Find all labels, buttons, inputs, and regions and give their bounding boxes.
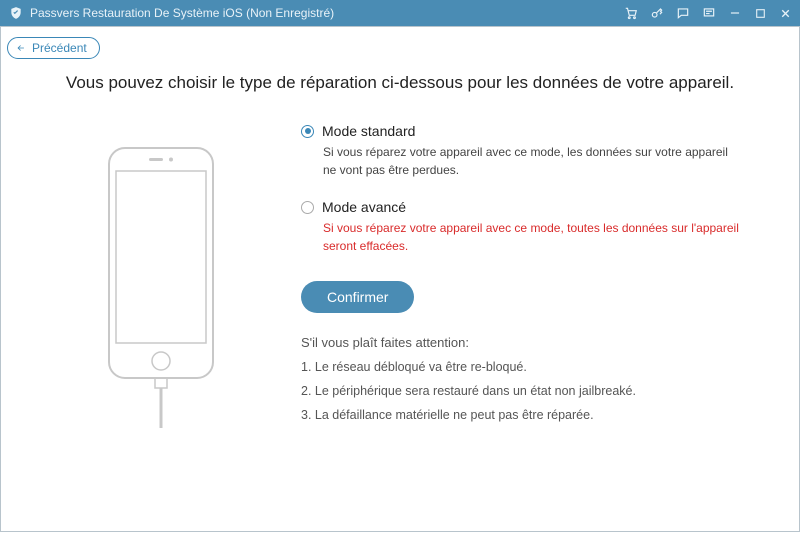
page-heading: Vous pouvez choisir le type de réparatio… (1, 27, 799, 93)
option-standard: Mode standard Si vous réparez votre appa… (301, 123, 749, 179)
back-label: Précédent (32, 41, 87, 55)
window-title: Passvers Restauration De Système iOS (No… (30, 6, 624, 20)
radio-advanced[interactable] (301, 201, 314, 214)
radio-standard[interactable] (301, 125, 314, 138)
option-advanced-row[interactable]: Mode avancé (301, 199, 749, 215)
attention-title: S'il vous plaît faites attention: (301, 335, 749, 350)
content-area: Précédent Vous pouvez choisir le type de… (0, 26, 800, 532)
maximize-icon[interactable] (754, 7, 767, 20)
option-standard-desc: Si vous réparez votre appareil avec ce m… (323, 143, 743, 179)
main-content: Mode standard Si vous réparez votre appa… (1, 93, 799, 433)
phone-illustration (61, 123, 261, 433)
attention-item-1: 1. Le réseau débloqué va être re-bloqué. (301, 360, 749, 374)
phone-icon (91, 143, 231, 433)
feedback-icon[interactable] (702, 6, 716, 20)
cart-icon[interactable] (624, 6, 638, 20)
minimize-icon[interactable] (728, 6, 742, 20)
app-shield-icon (8, 5, 24, 21)
window-controls (624, 6, 792, 20)
option-advanced: Mode avancé Si vous réparez votre appare… (301, 199, 749, 255)
attention-item-2: 2. Le périphérique sera restauré dans un… (301, 384, 749, 398)
attention-item-3: 3. La défaillance matérielle ne peut pas… (301, 408, 749, 422)
close-icon[interactable] (779, 7, 792, 20)
confirm-button[interactable]: Confirmer (301, 281, 414, 313)
option-standard-label: Mode standard (322, 123, 415, 139)
titlebar: Passvers Restauration De Système iOS (No… (0, 0, 800, 26)
arrow-left-icon (14, 43, 28, 53)
options-column: Mode standard Si vous réparez votre appa… (301, 123, 749, 433)
option-advanced-label: Mode avancé (322, 199, 406, 215)
chat-icon[interactable] (676, 6, 690, 20)
option-advanced-desc: Si vous réparez votre appareil avec ce m… (323, 219, 743, 255)
option-standard-row[interactable]: Mode standard (301, 123, 749, 139)
key-icon[interactable] (650, 6, 664, 20)
back-button[interactable]: Précédent (7, 37, 100, 59)
